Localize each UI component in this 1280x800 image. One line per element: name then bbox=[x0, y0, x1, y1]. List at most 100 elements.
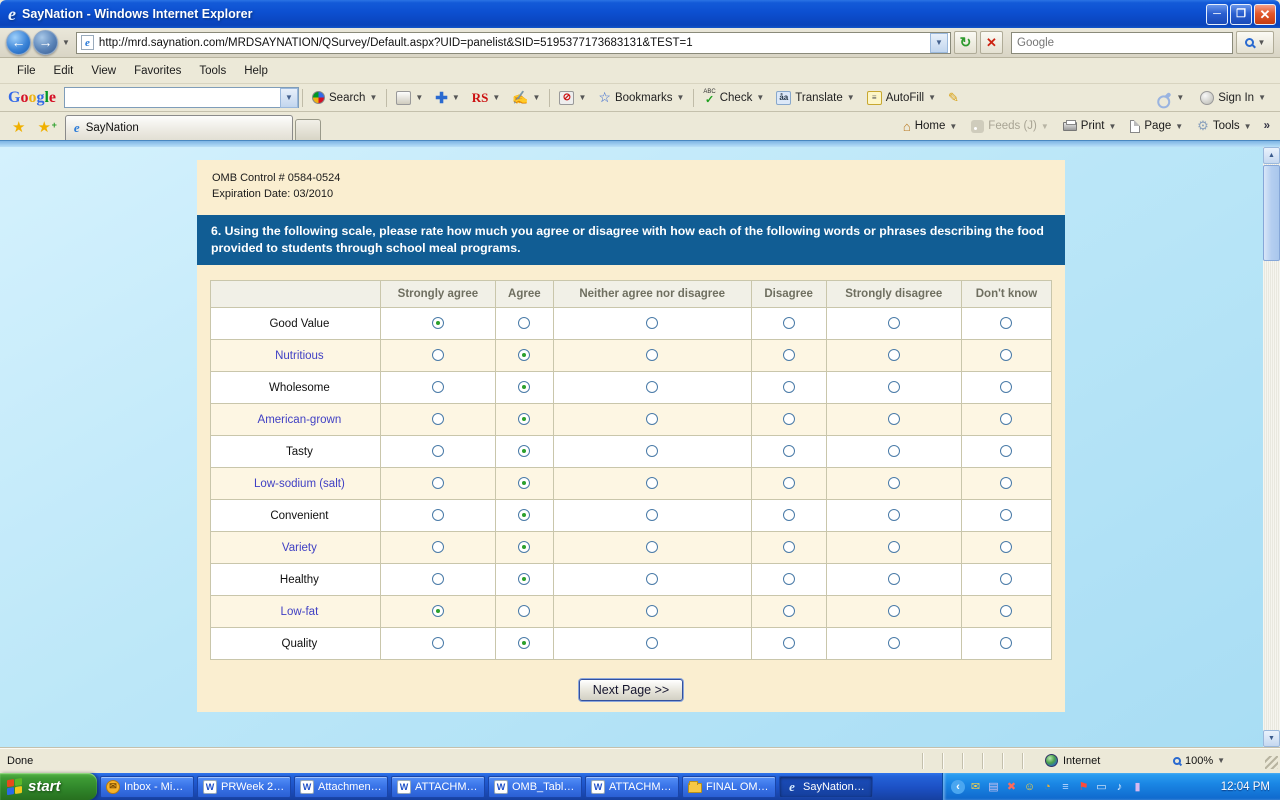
radio-button[interactable] bbox=[783, 477, 795, 489]
menu-item-view[interactable]: View bbox=[82, 61, 125, 81]
tools-button[interactable]: ⚙Tools▼ bbox=[1191, 115, 1257, 137]
tray-battery-icon[interactable]: ▮ bbox=[1130, 779, 1145, 794]
address-field[interactable]: e ▼ bbox=[76, 32, 951, 54]
highlighter-button[interactable]: ✎ bbox=[942, 87, 965, 109]
radio-button[interactable] bbox=[646, 477, 658, 489]
google-search-box[interactable]: ▼ bbox=[64, 87, 299, 108]
home-button[interactable]: ⌂Home▼ bbox=[897, 116, 963, 137]
favorites-center-icon[interactable]: ★ bbox=[6, 118, 31, 140]
radio-button[interactable] bbox=[432, 381, 444, 393]
toolbar-overflow-icon[interactable]: » bbox=[1260, 120, 1274, 132]
new-tab-button[interactable] bbox=[295, 119, 321, 140]
radio-button[interactable] bbox=[888, 541, 900, 553]
taskbar-item[interactable]: ✉Inbox - Micr... bbox=[100, 776, 194, 798]
radio-button[interactable] bbox=[888, 477, 900, 489]
forward-button[interactable]: → bbox=[33, 30, 58, 55]
radio-button[interactable] bbox=[518, 445, 530, 457]
popup-blocker-button[interactable]: ⊘▼ bbox=[553, 88, 592, 108]
vertical-scrollbar[interactable]: ▲ ▼ bbox=[1263, 147, 1280, 747]
radio-button[interactable] bbox=[432, 413, 444, 425]
search-options-icon[interactable]: ▼ bbox=[1258, 38, 1266, 47]
tray-flag-icon[interactable]: ⚑ bbox=[1076, 779, 1091, 794]
refresh-button[interactable]: ↻ bbox=[954, 31, 977, 54]
radio-button[interactable] bbox=[1000, 541, 1012, 553]
radio-button[interactable] bbox=[646, 413, 658, 425]
stop-button[interactable]: ✕ bbox=[980, 31, 1003, 54]
toolbar-settings-button[interactable]: ▼ bbox=[1153, 90, 1190, 105]
tray-messenger-icon[interactable]: ☺ bbox=[1022, 779, 1037, 794]
radio-button[interactable] bbox=[1000, 349, 1012, 361]
radio-button[interactable] bbox=[518, 509, 530, 521]
radio-button[interactable] bbox=[518, 317, 530, 329]
radio-button[interactable] bbox=[432, 445, 444, 457]
radio-button[interactable] bbox=[783, 413, 795, 425]
radio-button[interactable] bbox=[783, 509, 795, 521]
tab-saynation[interactable]: e SayNation bbox=[65, 115, 293, 140]
tray-network-error-icon[interactable]: ✖ bbox=[1004, 779, 1019, 794]
resize-grip[interactable] bbox=[1265, 756, 1278, 769]
radio-button[interactable] bbox=[432, 349, 444, 361]
google-search-button[interactable]: Search▼ bbox=[306, 88, 383, 107]
radio-button[interactable] bbox=[783, 541, 795, 553]
radio-button[interactable] bbox=[1000, 317, 1012, 329]
radio-button[interactable] bbox=[888, 573, 900, 585]
back-button[interactable]: ← bbox=[6, 30, 31, 55]
radio-button[interactable] bbox=[888, 413, 900, 425]
radio-button[interactable] bbox=[1000, 381, 1012, 393]
radio-button[interactable] bbox=[783, 317, 795, 329]
radio-button[interactable] bbox=[646, 605, 658, 617]
add-gadget-button[interactable]: ✚▼ bbox=[429, 86, 466, 110]
address-dropdown-icon[interactable]: ▼ bbox=[930, 33, 948, 53]
taskbar-item[interactable]: WATTACHME... bbox=[391, 776, 485, 798]
radio-button[interactable] bbox=[646, 637, 658, 649]
zoom-control[interactable]: 100% ▼ bbox=[1173, 755, 1265, 767]
radio-button[interactable] bbox=[783, 605, 795, 617]
menu-item-help[interactable]: Help bbox=[235, 61, 277, 81]
minimize-button[interactable]: ─ bbox=[1206, 4, 1228, 25]
radio-button[interactable] bbox=[518, 605, 530, 617]
radio-button[interactable] bbox=[518, 637, 530, 649]
google-search-input[interactable] bbox=[65, 92, 280, 104]
radio-button[interactable] bbox=[888, 381, 900, 393]
radio-button[interactable] bbox=[518, 573, 530, 585]
tray-chevron-icon[interactable]: ‹ bbox=[951, 780, 965, 794]
menu-item-tools[interactable]: Tools bbox=[190, 61, 235, 81]
radio-button[interactable] bbox=[888, 637, 900, 649]
search-go-button[interactable]: ▼ bbox=[1236, 31, 1274, 54]
radio-button[interactable] bbox=[1000, 477, 1012, 489]
radio-button[interactable] bbox=[518, 477, 530, 489]
menu-item-file[interactable]: File bbox=[8, 61, 45, 81]
radio-button[interactable] bbox=[518, 349, 530, 361]
menu-item-edit[interactable]: Edit bbox=[45, 61, 83, 81]
search-box[interactable] bbox=[1011, 32, 1233, 54]
scrollbar-thumb[interactable] bbox=[1263, 165, 1280, 261]
radio-button[interactable] bbox=[1000, 637, 1012, 649]
radio-button[interactable] bbox=[432, 541, 444, 553]
add-favorite-icon[interactable]: ★+ bbox=[31, 118, 56, 140]
radio-button[interactable] bbox=[646, 509, 658, 521]
tray-volume-icon[interactable]: ♪ bbox=[1112, 779, 1127, 794]
news-button[interactable]: ▼ bbox=[390, 88, 429, 108]
autofill-button[interactable]: ≡ AutoFill▼ bbox=[861, 88, 942, 108]
print-button[interactable]: Print▼ bbox=[1057, 117, 1123, 135]
close-button[interactable]: ✕ bbox=[1254, 4, 1276, 25]
radio-button[interactable] bbox=[888, 349, 900, 361]
zoom-dropdown-icon[interactable]: ▼ bbox=[1217, 756, 1225, 765]
sign-in-button[interactable]: Sign In▼ bbox=[1194, 88, 1272, 108]
radio-button[interactable] bbox=[1000, 509, 1012, 521]
page-button[interactable]: Page▼ bbox=[1124, 117, 1189, 136]
radio-button[interactable] bbox=[783, 445, 795, 457]
radio-button[interactable] bbox=[888, 445, 900, 457]
taskbar-item[interactable]: WOMB_Table... bbox=[488, 776, 582, 798]
start-button[interactable]: start bbox=[0, 773, 97, 800]
radio-button[interactable] bbox=[646, 381, 658, 393]
radio-button[interactable] bbox=[646, 349, 658, 361]
radio-button[interactable] bbox=[783, 349, 795, 361]
restore-button[interactable]: ❐ bbox=[1230, 4, 1252, 25]
menu-item-favorites[interactable]: Favorites bbox=[125, 61, 190, 81]
radio-button[interactable] bbox=[518, 381, 530, 393]
radio-button[interactable] bbox=[783, 573, 795, 585]
radio-button[interactable] bbox=[783, 637, 795, 649]
radio-button[interactable] bbox=[1000, 605, 1012, 617]
radio-button[interactable] bbox=[432, 317, 444, 329]
